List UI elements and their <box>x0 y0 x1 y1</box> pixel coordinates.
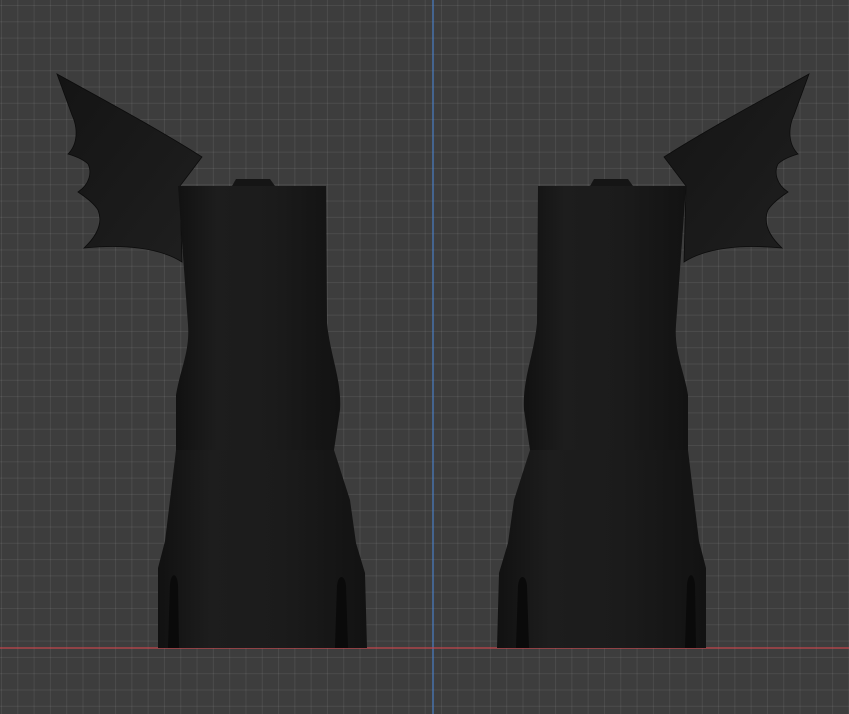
boot-left-shaft <box>176 186 341 450</box>
boot-right-heel-slot-left <box>516 577 529 648</box>
boot-right-wing <box>663 73 810 263</box>
3d-viewport[interactable] <box>0 0 849 714</box>
boot-left-wing <box>56 73 203 263</box>
boot-right-shaft <box>523 186 688 450</box>
boot-left-heel-cap <box>232 179 275 186</box>
viewport-canvas[interactable] <box>0 0 849 714</box>
boot-left-heel-slot-right <box>335 577 348 648</box>
boot-left-foot <box>158 450 367 648</box>
boot-right[interactable] <box>497 73 810 648</box>
boot-left[interactable] <box>56 73 367 648</box>
boot-right-heel-cap <box>590 179 633 186</box>
boot-right-foot <box>497 450 706 648</box>
